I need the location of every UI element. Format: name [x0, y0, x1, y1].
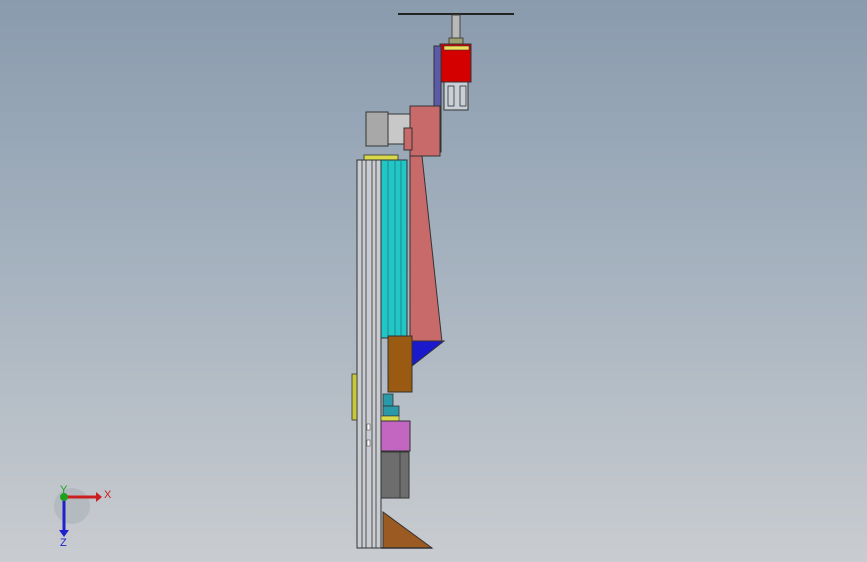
- x-axis-label: X: [104, 489, 112, 501]
- z-arrow-head: [59, 530, 69, 537]
- coordinate-triad: X Y Z: [54, 484, 112, 549]
- z-axis-label: Z: [60, 537, 67, 549]
- y-axis-label: Y: [60, 484, 68, 496]
- cad-viewport[interactable]: X Y Z: [0, 0, 867, 562]
- x-arrow-head: [96, 492, 102, 502]
